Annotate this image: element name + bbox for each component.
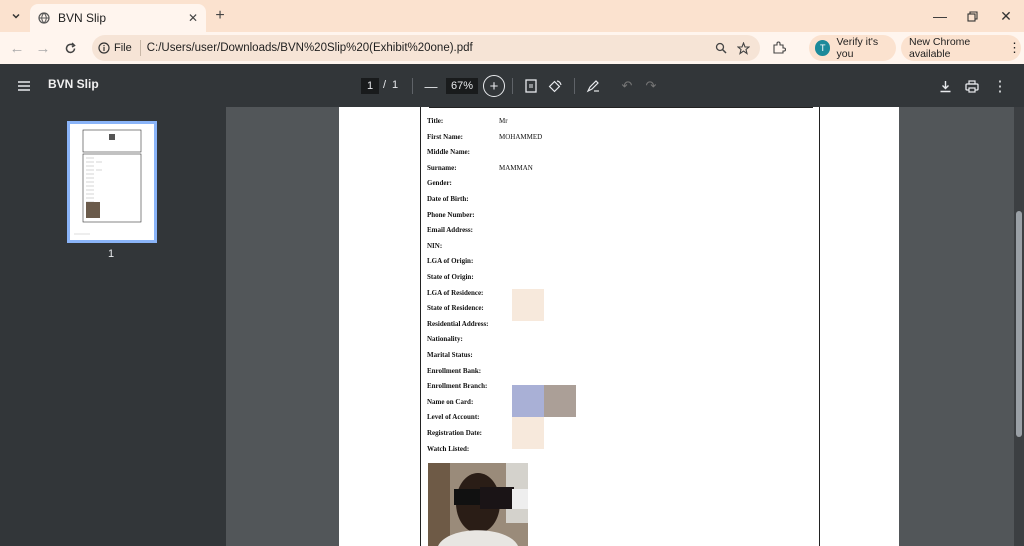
menu-button[interactable]: [13, 75, 35, 97]
back-button[interactable]: ←: [6, 37, 28, 59]
annotate-button[interactable]: [582, 75, 604, 97]
field-label: Date of Birth:: [427, 195, 469, 203]
page-number-input[interactable]: 1: [361, 78, 379, 94]
page-thumbnail[interactable]: [67, 121, 157, 243]
restore-icon: [966, 10, 978, 22]
field-value: MAMMAN: [499, 163, 533, 172]
field-label: Email Address:: [427, 226, 473, 235]
address-bar[interactable]: File C:/Users/user/Downloads/BVN%20Slip%…: [92, 35, 760, 61]
url-text: C:/Users/user/Downloads/BVN%20Slip%20(Ex…: [146, 42, 473, 54]
fit-page-button[interactable]: [520, 75, 542, 97]
thumbnail-page-number: 1: [108, 248, 115, 260]
search-icon: [715, 42, 727, 54]
browser-toolbar: ← → File C:/Users/user/Downloads/BVN%20S…: [0, 32, 1024, 64]
puzzle-icon: [773, 41, 786, 54]
hamburger-menu-icon: [18, 81, 30, 91]
site-info-chip[interactable]: File: [98, 40, 141, 56]
thumbnail-preview: [74, 129, 142, 235]
field-value: Mr: [499, 117, 508, 125]
field-label: Phone Number:: [427, 210, 475, 219]
page-separator: /: [383, 79, 387, 91]
globe-icon: [38, 12, 50, 24]
zoom-in-button[interactable]: +: [483, 75, 505, 97]
undo-button[interactable]: ↶: [616, 75, 638, 97]
tab-search-button[interactable]: [7, 7, 25, 25]
document-title: BVN Slip: [48, 77, 99, 91]
field-label: LGA of Origin:: [427, 257, 474, 266]
zoom-level-input[interactable]: 67%: [446, 78, 478, 94]
field-label: State of Residence:: [427, 304, 484, 313]
zoom-out-button[interactable]: —: [420, 75, 442, 97]
fit-to-page-icon: [525, 79, 537, 93]
tab-strip: BVN Slip ✕ + — ✕: [0, 0, 1024, 32]
pdf-toolbar: BVN Slip 1 / 1 — 67% + ↶ ↷ ⋮: [0, 64, 1024, 107]
download-button[interactable]: [934, 75, 956, 97]
redaction-block: [512, 289, 544, 321]
verify-identity-chip[interactable]: T Verify it's you: [809, 35, 896, 61]
minimize-button[interactable]: —: [926, 5, 954, 27]
viewer-scrollbar[interactable]: [1014, 107, 1024, 546]
verify-label: Verify it's you: [836, 36, 879, 60]
extensions-button[interactable]: [768, 37, 790, 59]
new-tab-button[interactable]: +: [210, 6, 230, 26]
passport-photo: [428, 463, 528, 546]
field-label: Nationality:: [427, 335, 463, 344]
field-value: MOHAMMED: [499, 132, 543, 141]
file-scheme-label: File: [114, 42, 132, 54]
document-viewer[interactable]: Title: Mr First Name: MOHAMMED Middle Name: S…: [226, 107, 1014, 546]
field-label: Middle Name:: [427, 148, 470, 157]
zoom-page-button[interactable]: [710, 37, 732, 59]
field-label: LGA of Residence:: [427, 288, 484, 297]
close-window-button[interactable]: ✕: [992, 5, 1020, 27]
new-chrome-label: New Chrome available: [909, 36, 971, 60]
more-actions-button[interactable]: ⋮: [989, 75, 1011, 97]
print-button[interactable]: [961, 75, 983, 97]
scrollbar-thumb[interactable]: [1016, 211, 1022, 437]
field-label: First Name:: [427, 132, 463, 141]
field-label: Registration Date:: [427, 429, 483, 437]
field-label: NIN:: [427, 241, 443, 250]
bookmark-button[interactable]: [732, 37, 754, 59]
reload-icon: [65, 41, 76, 53]
profile-avatar: T: [815, 40, 831, 56]
field-label: Name on Card:: [427, 397, 474, 406]
field-label: Gender:: [427, 179, 452, 188]
redaction-block: [544, 385, 576, 417]
rotate-button[interactable]: [544, 75, 566, 97]
slip-divider: [429, 107, 813, 108]
redo-button[interactable]: ↷: [640, 75, 662, 97]
rotate-icon: [548, 80, 562, 93]
portrait-image: [428, 463, 528, 546]
field-label: Title:: [427, 117, 444, 125]
field-label: Residential Address:: [427, 319, 489, 328]
toolbar-divider: [412, 78, 413, 94]
reload-button[interactable]: [59, 37, 81, 59]
info-icon: [98, 42, 110, 54]
download-icon: [940, 80, 950, 92]
forward-button[interactable]: →: [32, 37, 54, 59]
field-label: Enrollment Branch:: [427, 382, 488, 391]
star-icon: [736, 41, 750, 55]
toolbar-divider: [512, 78, 513, 94]
browser-tab[interactable]: BVN Slip ✕: [30, 4, 206, 32]
new-chrome-available-chip[interactable]: New Chrome available ⋮: [901, 35, 1021, 61]
restore-button[interactable]: [958, 5, 986, 27]
field-label: Level of Account:: [427, 413, 480, 422]
more-menu-icon[interactable]: ⋮: [1008, 40, 1021, 56]
field-label: Surname:: [427, 163, 457, 172]
field-label: Enrollment Bank:: [427, 366, 482, 375]
pen-icon: [586, 80, 599, 93]
redaction-block: [512, 385, 544, 417]
chevron-down-icon: [12, 13, 20, 19]
total-pages: 1: [392, 79, 399, 91]
toolbar-divider: [574, 78, 575, 94]
close-tab-icon[interactable]: ✕: [188, 11, 198, 25]
field-label: State of Origin:: [427, 273, 474, 281]
field-label: Watch Listed:: [427, 444, 470, 453]
tab-title: BVN Slip: [58, 11, 107, 25]
field-label: Marital Status:: [427, 351, 473, 359]
redaction-block: [512, 417, 544, 449]
pdf-page: Title: Mr First Name: MOHAMMED Middle Name: S…: [339, 107, 899, 546]
printer-icon: [965, 79, 979, 93]
